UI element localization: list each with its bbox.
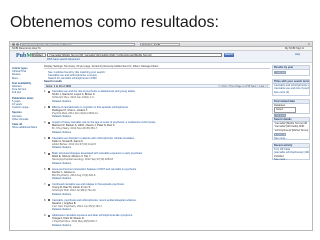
- see-more-link[interactable]: See more (3): [273, 91, 309, 94]
- see-more-link[interactable]: See more...: [273, 137, 309, 140]
- slide-title: Obtenemos como resultados:: [10, 14, 219, 31]
- related-citations-link[interactable]: Related citations: [52, 208, 268, 211]
- result-item: 1. Cannabis use and the risk of psychosis…: [44, 90, 270, 106]
- download-csv-button[interactable]: Download CSV: [274, 71, 286, 75]
- related-citations-link[interactable]: Related citations: [52, 100, 268, 103]
- result-checkbox[interactable]: [48, 152, 50, 155]
- back-icon[interactable]: [12, 43, 15, 46]
- notice-link[interactable]: Search for cannabis schizophrenia in PMC: [48, 77, 168, 80]
- filter-item[interactable]: Show additional filters: [12, 126, 42, 129]
- result-body: Cannabis use disorder in patients with s…: [52, 137, 268, 150]
- recent-activity-box: Recent activity Turn Off Clear (cannabis…: [272, 143, 310, 161]
- results-heading: Search results: [44, 80, 62, 83]
- result-checkbox[interactable]: [48, 90, 50, 93]
- titles-box: Titles with your search terms Cannabis a…: [272, 79, 310, 96]
- result-item: 7. Continued cannabis use and relapse in …: [44, 183, 270, 199]
- result-item: 4. Cannabis use disorder in patients with…: [44, 137, 270, 153]
- close-icon[interactable]: ×: [308, 42, 310, 47]
- display-settings[interactable]: Display Settings: Summary, 20 per page, …: [44, 65, 270, 69]
- result-item: 8. Cannabis, psychosis and schizophrenia:…: [44, 199, 270, 215]
- result-checkbox[interactable]: [48, 121, 50, 124]
- related-data-box: Find related data Database: Select Find …: [272, 99, 310, 117]
- result-body: Gene-environment interaction between COM…: [52, 168, 268, 181]
- pager-controls[interactable]: << First < Prev Page 1 of 55 Next > Last…: [218, 85, 268, 88]
- result-checkbox[interactable]: [48, 137, 50, 139]
- results-main: Display Settings: Summary, 20 per page, …: [44, 65, 270, 230]
- logo-main: Pub: [16, 53, 27, 59]
- address-bar[interactable]: http://www.ncbi.nlm.nih.gov/pubmed?term=…: [20, 43, 135, 46]
- result-checkbox[interactable]: [48, 168, 50, 170]
- results-by-year-box: Results by year Download CSV: [272, 65, 310, 76]
- search-button[interactable]: Search: [224, 52, 234, 57]
- filter-sidebar: Article types Clinical Trial Review More ..…: [12, 65, 42, 230]
- result-item: 6. Gene-environment interaction between C…: [44, 168, 270, 184]
- see-more-link[interactable]: See more...: [273, 158, 309, 161]
- related-citations-link[interactable]: Related citations: [52, 177, 268, 180]
- related-citations-link[interactable]: Related citations: [52, 162, 268, 165]
- filter-item[interactable]: Custom range...: [12, 106, 42, 109]
- result-checkbox[interactable]: [48, 183, 50, 186]
- result-body: Impact of heavy cannabis use on the age …: [52, 121, 268, 134]
- forward-icon[interactable]: [16, 43, 19, 46]
- filter-item[interactable]: Full text: [12, 91, 42, 94]
- result-body: Cannabis, psychosis and schizophrenia: r…: [52, 199, 268, 212]
- related-citations-link[interactable]: Related citations: [52, 131, 268, 134]
- result-checkbox[interactable]: [48, 214, 50, 217]
- filter-item[interactable]: More ...: [12, 77, 42, 80]
- result-item: 2. Effects of cannabinoids on cognition i…: [44, 106, 270, 122]
- title-match-notice: See 1 articles found by title matching y…: [48, 71, 168, 81]
- items-count: Items: 1 to 20 of 1092: [46, 85, 72, 89]
- box-header: Results by year: [273, 66, 309, 71]
- result-body: Effects of cannabinoids on cognition in …: [52, 106, 268, 119]
- pubmed-screenshot: http://www.ncbi.nlm.nih.gov/pubmed?term=…: [9, 41, 313, 231]
- details-search-button[interactable]: Search: [274, 132, 286, 136]
- related-citations-link[interactable]: Related citations: [52, 146, 268, 149]
- search-bar: PubMed PubMed ("cannabis"[MeSH Terms] OR…: [10, 51, 312, 63]
- result-checkbox[interactable]: [48, 199, 50, 201]
- related-citations-link[interactable]: Related citations: [52, 224, 268, 227]
- result-body: Adolescent cannabis exposure and later s…: [52, 214, 268, 227]
- result-body: Cannabis use and the risk of psychosis i…: [52, 90, 268, 103]
- database-dropdown[interactable]: Select: [274, 107, 296, 113]
- result-body: Brain structural changes associated with…: [52, 152, 268, 165]
- search-details-box: Search details "cannabis"[MeSH Terms] OR…: [272, 117, 310, 140]
- results-pager-bar: Items: 1 to 20 of 1092 << First < Prev P…: [44, 84, 270, 88]
- related-citations-link[interactable]: Related citations: [52, 193, 268, 196]
- result-checkbox[interactable]: [48, 106, 50, 108]
- result-item: 5. Brain structural changes associated wi…: [44, 152, 270, 168]
- result-body: Continued cannabis use and relapse in fi…: [52, 183, 268, 196]
- browser-tab[interactable]: PubMed - NCBI: [140, 43, 180, 46]
- search-sublinks[interactable]: RSS Save search Advanced: [47, 58, 80, 61]
- result-item: 3. Impact of heavy cannabis use on the ag…: [44, 121, 270, 137]
- related-citations-link[interactable]: Related citations: [52, 115, 268, 118]
- right-panel: Results by year Download CSV Titles with…: [272, 65, 310, 230]
- filter-item[interactable]: Other Animals: [12, 118, 42, 121]
- database-select[interactable]: PubMed: [32, 53, 46, 57]
- details-line: "schizophrenia"[MeSH Terms]: [274, 128, 309, 132]
- search-input[interactable]: ("cannabis"[MeSH Terms] OR "cannabis"[Al…: [47, 53, 222, 57]
- help-link[interactable]: Help: [295, 53, 300, 56]
- result-item: 9. Adolescent cannabis exposure and later…: [44, 214, 270, 230]
